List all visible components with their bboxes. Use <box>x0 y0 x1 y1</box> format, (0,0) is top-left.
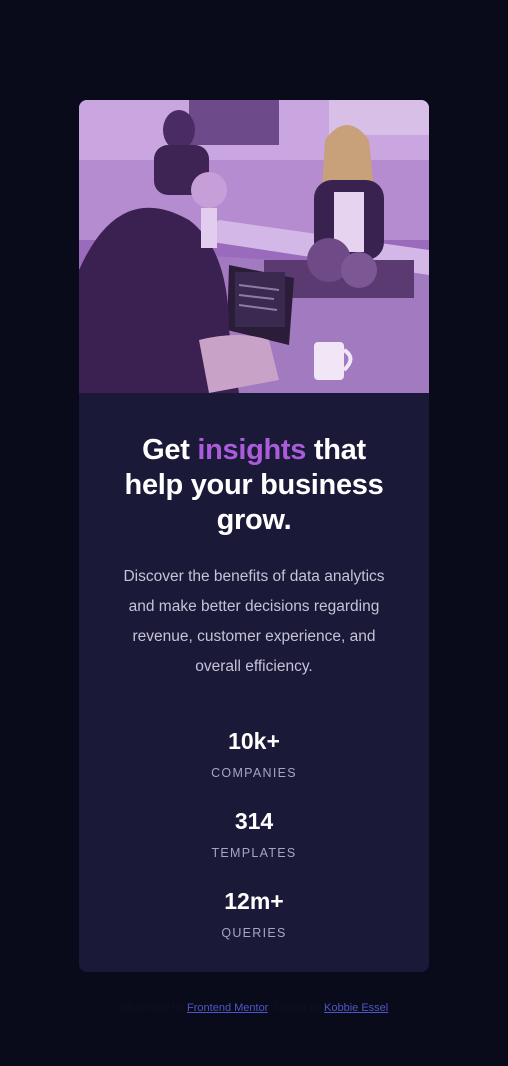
title-before: Get <box>142 434 198 466</box>
title-accent: insights <box>197 434 307 466</box>
card-title: Get insights that help your business gro… <box>103 433 405 538</box>
stat-label: COMPANIES <box>211 766 297 780</box>
card-content: Get insights that help your business gro… <box>79 393 429 941</box>
stat-value: 12m+ <box>224 888 284 914</box>
card-description: Discover the benefits of data analytics … <box>123 568 385 675</box>
stats-preview-card: Get insights that help your business gro… <box>79 100 429 972</box>
office-team-photo <box>79 100 429 393</box>
author-link[interactable]: Kobbie Essel <box>324 1002 388 1014</box>
stat-queries: 12m+ QUERIES <box>103 886 405 941</box>
stat-label: TEMPLATES <box>211 846 297 860</box>
stats-list: 10k+ COMPANIES 314 TEMPLATES 12m+ QUERIE… <box>103 726 405 941</box>
attribution-prefix: Challenge by <box>119 1002 188 1014</box>
stat-label: QUERIES <box>221 926 287 940</box>
stat-companies: 10k+ COMPANIES <box>103 726 405 781</box>
hero-image <box>79 100 429 393</box>
stat-value: 10k+ <box>228 728 280 754</box>
frontend-mentor-link[interactable]: Frontend Mentor <box>187 1002 268 1014</box>
attribution-middle: . Coded by <box>267 1002 325 1014</box>
stat-value: 314 <box>234 808 274 834</box>
stat-templates: 314 TEMPLATES <box>103 806 405 861</box>
attribution: Challenge by Frontend Mentor. Coded by K… <box>0 1002 508 1014</box>
